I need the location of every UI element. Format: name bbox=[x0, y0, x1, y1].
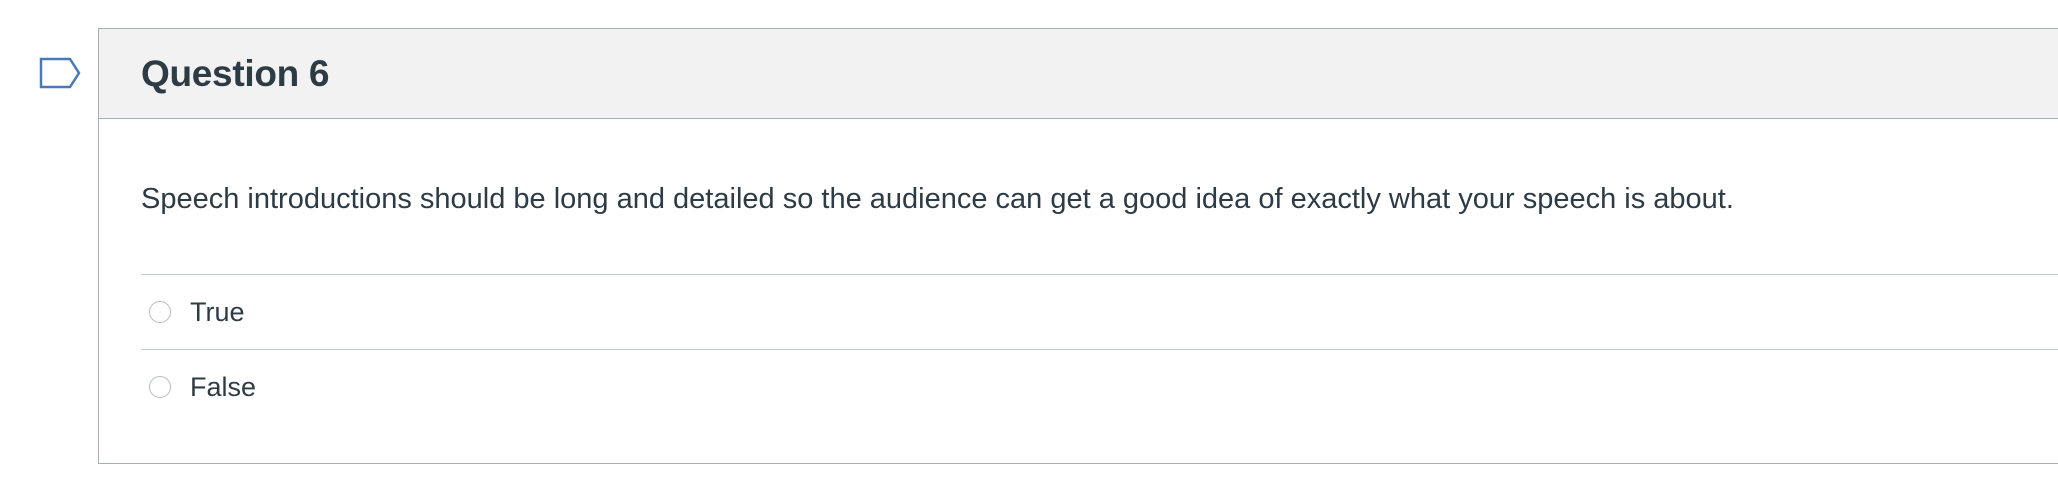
question-text: Speech introductions should be long and … bbox=[141, 183, 1734, 215]
quiz-page: Question 6 Speech introductions should b… bbox=[0, 0, 2058, 498]
radio-button[interactable] bbox=[149, 376, 171, 398]
answer-option-false[interactable]: False bbox=[141, 349, 2058, 424]
answer-option-true[interactable]: True bbox=[141, 274, 2058, 349]
question-header: Question 6 bbox=[99, 29, 2058, 119]
flag-question-icon[interactable] bbox=[39, 57, 83, 89]
question-card: Question 6 Speech introductions should b… bbox=[98, 28, 2058, 464]
radio-button[interactable] bbox=[149, 301, 171, 323]
answer-list: True False bbox=[141, 274, 2058, 424]
question-title: Question 6 bbox=[141, 52, 330, 94]
answer-label: True bbox=[190, 296, 245, 327]
answer-label: False bbox=[190, 371, 257, 402]
